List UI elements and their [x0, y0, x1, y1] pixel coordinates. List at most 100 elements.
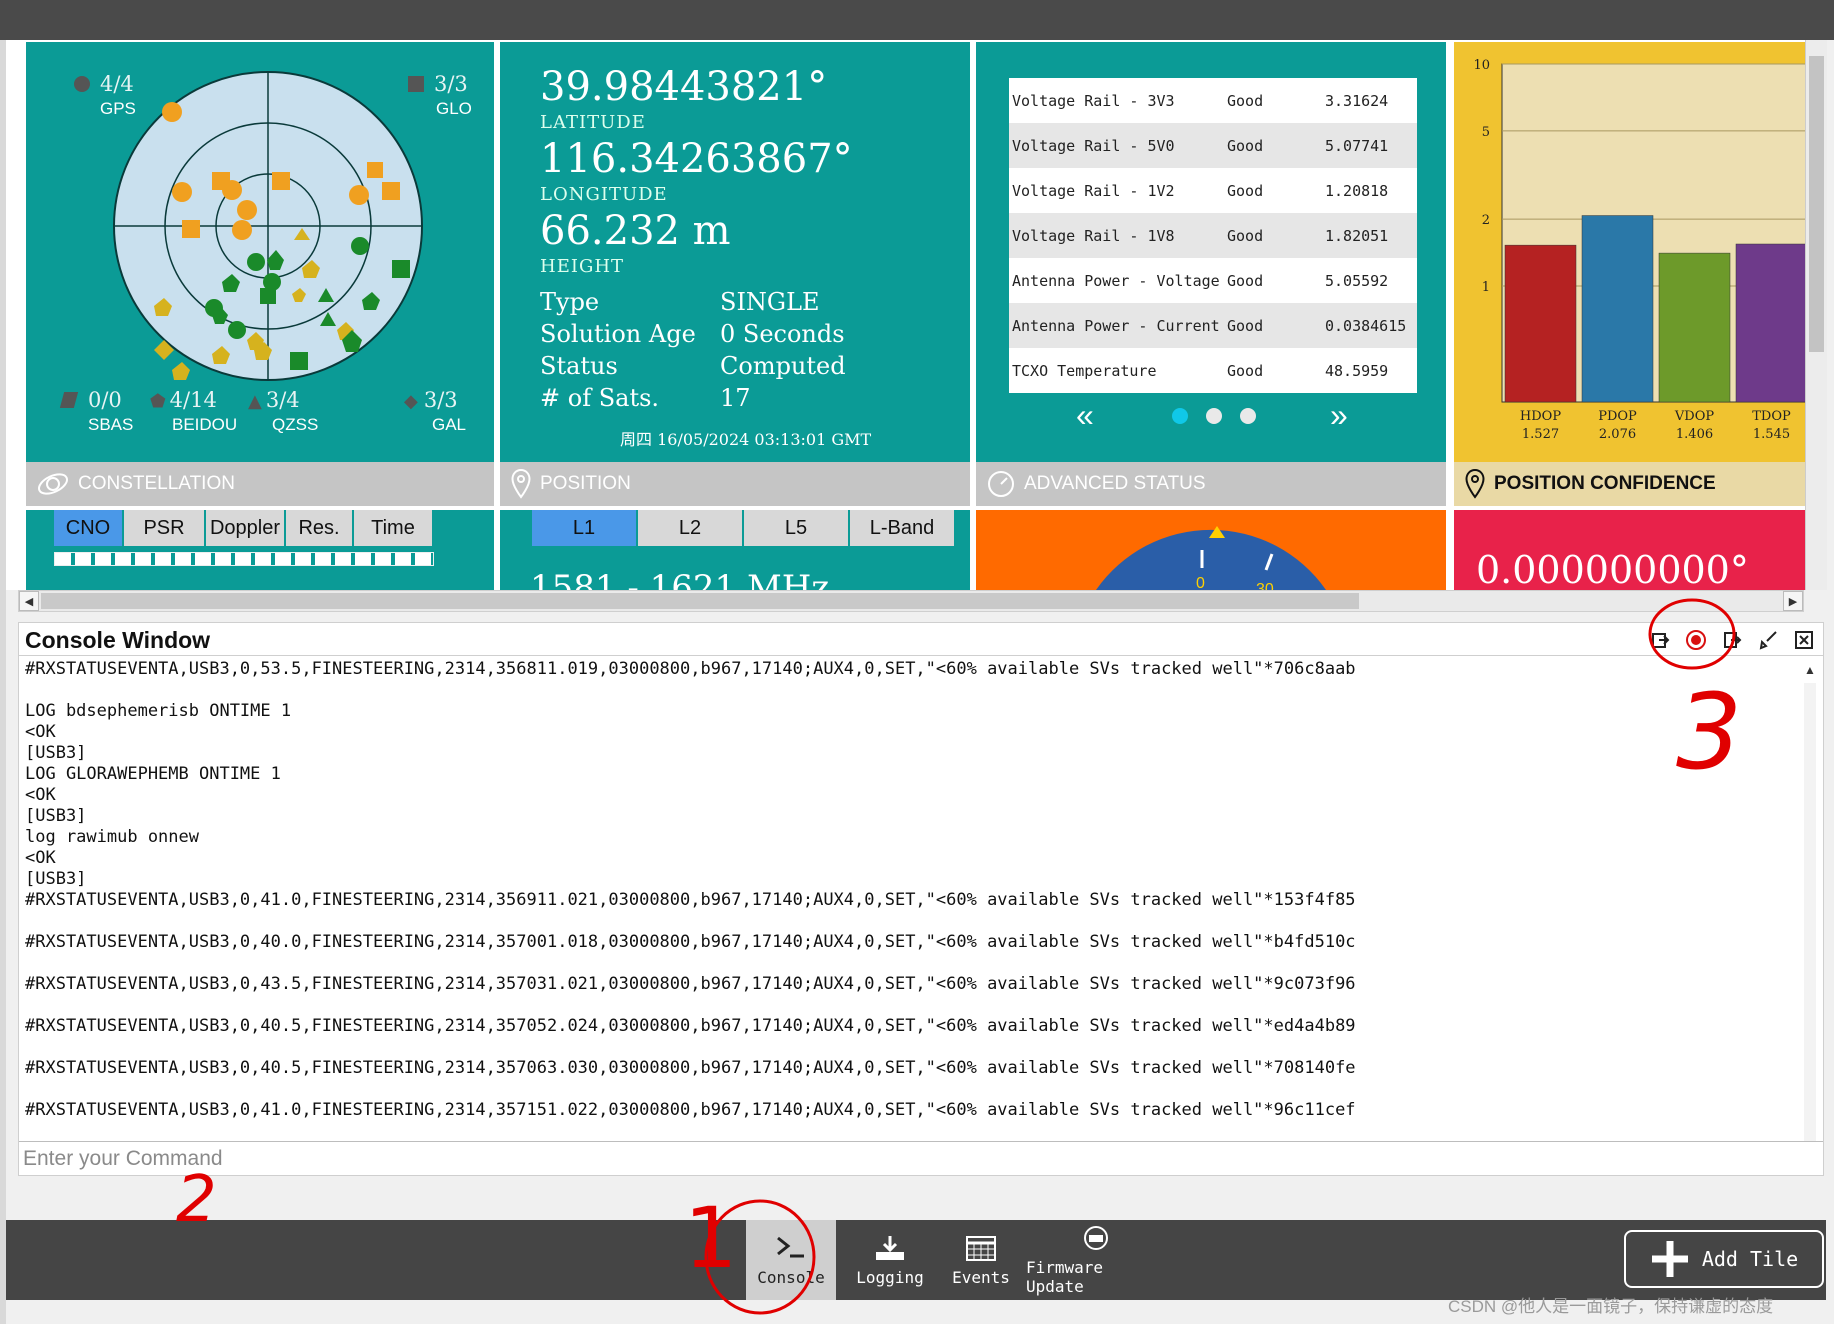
constellation-tile[interactable]: 4/4 GPS 3/3 GLO 0/0 SBAS ⬟ 4/14 BEIDOU ▲ 3… — [26, 42, 494, 506]
gauge-icon — [988, 471, 1014, 497]
tab-psr[interactable]: PSR — [124, 510, 204, 546]
console-output[interactable]: #RXSTATUSEVENTA,USB3,0,53.5,FINESTEERING… — [25, 659, 1795, 1139]
tab-cno[interactable]: CNO — [54, 510, 122, 546]
console-line: #RXSTATUSEVENTA,USB3,0,53.5,FINESTEERING… — [25, 659, 1356, 679]
gauge-label-0: 0 — [1196, 575, 1205, 590]
watermark: CSDN @他人是一面镜子，保持谦虚的态度 — [1448, 1297, 1774, 1316]
gal-marker-icon: ◆ — [404, 391, 418, 412]
export-icon[interactable] — [1647, 627, 1673, 653]
position-timestamp: 周四 16/05/2024 03:13:01 GMT — [620, 430, 872, 449]
position-tile[interactable]: 39.98443821° LATITUDE 116.34263867° LONG… — [500, 42, 970, 506]
console-line: #RXSTATUSEVENTA,USB3,0,43.5,FINESTEERING… — [25, 974, 1356, 994]
position-confidence-footer: POSITION CONFIDENCE — [1454, 462, 1805, 506]
beidou-count: ⬟ 4/14 BEIDOU — [150, 388, 238, 434]
tab-l-band[interactable]: L-Band — [850, 510, 954, 546]
heading-tile[interactable]: 0.000000000° — [1454, 510, 1805, 590]
bar-pdop — [1581, 215, 1654, 403]
logging-button[interactable]: Logging — [846, 1220, 934, 1300]
gal-count: ◆ 3/3 GAL — [404, 388, 467, 434]
terminal-icon — [777, 1236, 804, 1257]
events-button[interactable]: Events — [936, 1220, 1026, 1300]
console-line: #RXSTATUSEVENTA,USB3,0,41.0,FINESTEERING… — [25, 1100, 1356, 1120]
y-tick-label: 5 — [1482, 125, 1490, 140]
tiles-vertical-scrollbar[interactable] — [1805, 40, 1827, 590]
advanced-status-tile[interactable]: Voltage Rail - 3V3 Good 3.31624 Voltage Ra… — [976, 42, 1446, 506]
close-icon[interactable] — [1791, 627, 1817, 653]
constellation-tabs: CNO PSR Doppler Res. Time — [54, 510, 432, 546]
page-dot-1[interactable] — [1172, 408, 1188, 424]
table-row: TCXO Temperature Good 48.5959 — [1012, 361, 1389, 380]
scrollbar-track[interactable] — [1804, 683, 1816, 1145]
x-tick-label: VDOP — [1674, 409, 1714, 424]
console-line: [USB3] — [25, 869, 87, 889]
console-line: LOG bdsephemerisb ONTIME 1 — [25, 701, 292, 721]
scroll-right-icon[interactable]: ▶ — [1783, 591, 1803, 611]
band-tabs: L1 L2 L5 L-Band — [532, 510, 954, 546]
position-footer: POSITION — [500, 462, 970, 506]
tab-l1[interactable]: L1 — [532, 510, 636, 546]
console-line: [USB3] — [25, 743, 87, 763]
skyplot — [113, 71, 423, 381]
cno-bars — [54, 552, 434, 566]
position-confidence-tile[interactable]: 1 2 5 10 HDOP 1.527 PDOP 2.076 VDOP 1.406 TDOP 1.54… — [1454, 42, 1805, 506]
add-tile-button[interactable]: Add Tile — [1624, 1230, 1824, 1288]
command-input[interactable] — [19, 1142, 1823, 1175]
x-tick-label: PDOP — [1598, 409, 1637, 424]
gps-marker-icon — [74, 76, 90, 92]
console-button[interactable]: Console — [746, 1220, 836, 1300]
plus-icon — [1651, 1241, 1688, 1277]
scroll-up-icon[interactable]: ▲ — [1803, 663, 1817, 677]
next-page-button[interactable]: » — [1330, 399, 1348, 431]
save-icon[interactable] — [1719, 627, 1745, 653]
tab-time[interactable]: Time — [354, 510, 432, 546]
table-row: Voltage Rail - 1V8 Good 1.82051 — [1009, 213, 1417, 258]
location-pin-icon — [1465, 468, 1485, 499]
qzss-marker-icon: ▲ — [248, 391, 262, 412]
page-dot-2[interactable] — [1206, 408, 1222, 424]
prev-page-button[interactable]: « — [1076, 399, 1094, 431]
firmware-update-button[interactable]: Firmware Update — [1026, 1220, 1166, 1300]
tab-doppler[interactable]: Doppler — [206, 510, 284, 546]
tab-l2[interactable]: L2 — [638, 510, 742, 546]
clear-brush-icon[interactable] — [1755, 627, 1781, 653]
position-fields: Type SINGLE Solution Age 0 Seconds Status C… — [540, 288, 846, 412]
console-title: Console Window — [25, 627, 211, 653]
console-line: <OK — [25, 785, 56, 805]
table-row: Voltage Rail - 5V0 Good 5.07741 — [1009, 123, 1417, 168]
bar-hdop — [1504, 244, 1577, 403]
tiles-horizontal-scrollbar[interactable]: ◀ ▶ — [18, 590, 1804, 612]
command-bar — [19, 1141, 1823, 1175]
page-dot-3[interactable] — [1240, 408, 1256, 424]
height-label: HEIGHT — [540, 256, 625, 277]
scrollbar-thumb[interactable] — [41, 593, 1359, 609]
satellite-icon — [37, 473, 69, 495]
bottom-toolbar: Console Logging Events Firmware Update A… — [6, 1220, 1826, 1300]
scrollbar-thumb[interactable] — [1809, 56, 1824, 352]
data-label: 2.076 — [1599, 427, 1636, 442]
window-title-bar — [0, 0, 1834, 40]
table-row: Antenna Power - Current Good 0.0384615 — [1009, 303, 1417, 348]
data-label: 1.545 — [1753, 427, 1790, 442]
console-line: #RXSTATUSEVENTA,USB3,0,40.0,FINESTEERING… — [25, 932, 1356, 952]
scroll-left-icon[interactable]: ◀ — [19, 591, 39, 611]
record-icon[interactable] — [1683, 627, 1709, 653]
latitude-label: LATITUDE — [540, 112, 646, 133]
data-label: 1.406 — [1676, 427, 1713, 442]
tab-l5[interactable]: L5 — [744, 510, 848, 546]
gauge-label-30: 30 — [1256, 581, 1274, 590]
longitude-label: LONGITUDE — [540, 184, 668, 205]
gauge-tile[interactable]: 0 30 — [976, 510, 1446, 590]
console-toolbar — [1647, 627, 1817, 653]
latitude-value: 39.98443821° — [540, 64, 828, 110]
console-scrollbar[interactable]: ▲ ▼ — [1799, 659, 1821, 1173]
x-tick-label: HDOP — [1520, 409, 1561, 424]
console-line: <OK — [25, 848, 56, 868]
table-row: Voltage Rail - 3V3 Good 3.31624 — [1012, 91, 1389, 110]
tab-res[interactable]: Res. — [286, 510, 352, 546]
location-pin-icon — [511, 468, 531, 499]
